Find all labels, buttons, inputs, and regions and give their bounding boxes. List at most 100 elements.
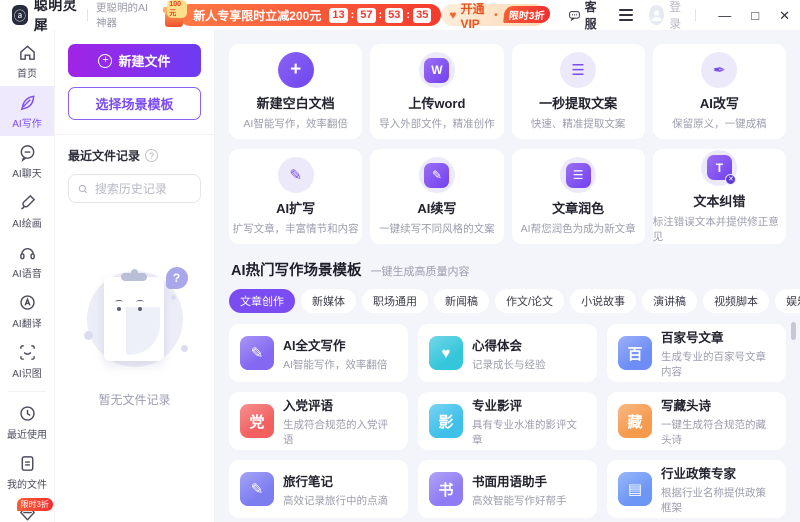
sidebar-label: AI语音 — [12, 265, 41, 280]
travel-pen-icon: ✎ — [240, 472, 274, 506]
open-vip-button[interactable]: ♥ 开通VIP • 限时3折 — [441, 4, 545, 26]
history-search-input[interactable] — [95, 182, 192, 196]
minimize-button[interactable]: — — [718, 9, 731, 22]
empty-state: ? 暂无文件记录 — [68, 267, 201, 408]
extract-scan-icon: ☰ — [560, 52, 596, 88]
scan-icon — [18, 343, 37, 362]
sidebar-item-recent[interactable]: 最近使用 — [0, 397, 54, 447]
tab-video-script[interactable]: 视频脚本 — [703, 289, 769, 313]
feature-text-correction[interactable]: T✕ 文本纠错 标注错误文本并提供修正意见 — [653, 149, 786, 244]
template-desc: 生成专业的百家号文章内容 — [661, 349, 775, 379]
title-bar: ⓐ 聪明灵犀 更聪明的AI神器 100元 新人专享限时立减200元 13: 57… — [0, 0, 800, 30]
feature-desc: 保留原义，一键成稿 — [672, 116, 767, 131]
scrollbar-thumb[interactable] — [791, 322, 796, 340]
clock-icon — [18, 404, 37, 423]
template-desc: 生成符合规范的入党评语 — [283, 417, 397, 447]
sidebar-item-ai-image-recognition[interactable]: AI识图 — [0, 336, 54, 386]
countdown-days: 13 — [329, 8, 347, 23]
customer-service-label: 客服 — [585, 0, 603, 32]
help-icon[interactable]: ? — [145, 149, 158, 162]
tab-workplace[interactable]: 职场通用 — [362, 289, 428, 313]
template-movie-review[interactable]: 影 专业影评 具有专业水准的影评文章 — [418, 392, 597, 450]
tab-article-creation[interactable]: 文章创作 — [229, 289, 295, 313]
feature-upload-word[interactable]: W 上传word 导入外部文件，精准创作 — [370, 44, 503, 139]
template-title: 入党评语 — [283, 395, 397, 414]
pen-plus-icon: ✎ — [278, 157, 314, 193]
chat-bubble-icon — [568, 7, 581, 24]
app-title: 聪明灵犀 — [34, 0, 80, 35]
template-reflections[interactable]: ♥ 心得体会 记录成长与经验 — [418, 324, 597, 382]
chat-icon — [18, 143, 37, 162]
feature-new-blank-doc[interactable]: + 新建空白文档 AI智能写作，效率翻倍 — [229, 44, 362, 139]
feature-title: 文本纠错 — [693, 191, 745, 210]
gift-amount-tag: 100元 — [167, 0, 187, 18]
feature-title: 文章润色 — [552, 198, 604, 217]
countdown-hours: 57 — [357, 8, 375, 23]
template-desc: 具有专业水准的影评文章 — [472, 417, 586, 447]
sidebar-item-ai-chat[interactable]: AI聊天 — [0, 136, 54, 186]
tab-entertainment[interactable]: 娱乐服务 — [775, 289, 800, 313]
feature-polish-article[interactable]: ☰ 文章润色 AI帮您润色为成为新文章 — [512, 149, 645, 244]
template-title: 写藏头诗 — [661, 395, 775, 414]
countdown-minutes: 53 — [385, 8, 403, 23]
template-baijiahao[interactable]: 百 百家号文章 生成专业的百家号文章内容 — [607, 324, 786, 382]
tab-speech[interactable]: 演讲稿 — [642, 289, 697, 313]
feature-ai-expand[interactable]: ✎ AI扩写 扩写文章，丰富情节和内容 — [229, 149, 362, 244]
feature-title: 新建空白文档 — [257, 93, 335, 112]
new-file-label: 新建文件 — [118, 51, 170, 70]
gift-icon: 100元 — [163, 1, 187, 27]
login-button[interactable]: 登录 — [649, 0, 688, 32]
menu-button[interactable] — [619, 9, 633, 20]
doc-lines-icon: ☰ — [560, 157, 596, 193]
window-controls: — □ ✕ — [718, 9, 790, 22]
customer-service-button[interactable]: 客服 — [568, 0, 603, 32]
feature-desc: 快速、精准提取文案 — [531, 116, 626, 131]
templates-section-subtitle: 一键生成高质量内容 — [371, 263, 470, 279]
login-label: 登录 — [669, 0, 687, 32]
sidebar-item-ai-writing[interactable]: AI写作 — [0, 86, 54, 136]
sidebar-item-ai-voice[interactable]: AI语音 — [0, 236, 54, 286]
feature-extract-text[interactable]: ☰ 一秒提取文案 快速、精准提取文案 — [512, 44, 645, 139]
feature-ai-continue[interactable]: ✎ AI续写 一键续写不同风格的文案 — [370, 149, 503, 244]
vip-label: 开通VIP — [460, 0, 490, 31]
avatar-icon — [649, 5, 664, 25]
template-title: AI全文写作 — [283, 335, 387, 354]
template-industry-policy[interactable]: ▤ 行业政策专家 根据行业名称提供政策框架 — [607, 460, 786, 518]
panel-divider — [55, 134, 214, 135]
sidebar-item-my-files[interactable]: 我的文件 — [0, 447, 54, 497]
sidebar-label: AI写作 — [12, 115, 41, 130]
tab-fiction[interactable]: 小说故事 — [570, 289, 636, 313]
tab-new-media[interactable]: 新媒体 — [301, 289, 356, 313]
translate-icon — [18, 293, 37, 312]
template-formal-writing[interactable]: 书 书面用语助手 高效智能写作好帮手 — [418, 460, 597, 518]
text-error-icon: T✕ — [701, 150, 737, 186]
promo-banner[interactable]: 100元 新人专享限时立减200元 13: 57: 53: 35 — [179, 4, 441, 26]
template-desc: 根据行业名称提供政策框架 — [661, 485, 775, 515]
sidebar-item-ai-paint[interactable]: AI绘画 — [0, 186, 54, 236]
maximize-button[interactable]: □ — [751, 9, 759, 22]
template-travel-notes[interactable]: ✎ 旅行笔记 高效记录旅行中的点滴 — [229, 460, 408, 518]
tab-essay[interactable]: 作文/论文 — [495, 289, 564, 313]
sidebar-item-home[interactable]: 首页 — [0, 36, 54, 86]
movie-icon: 影 — [429, 404, 463, 438]
template-title: 心得体会 — [472, 335, 546, 354]
template-party-review[interactable]: 党 入党评语 生成符合规范的入党评语 — [229, 392, 408, 450]
sidebar-item-vip[interactable]: 限时3折 VIP特权 — [0, 497, 54, 522]
template-title: 行业政策专家 — [661, 463, 775, 482]
feature-title: 一秒提取文案 — [539, 93, 617, 112]
app-logo-icon: ⓐ — [12, 5, 28, 25]
feature-title: AI扩写 — [276, 198, 315, 217]
feature-ai-rewrite[interactable]: ✒ AI改写 保留原义，一键成稿 — [653, 44, 786, 139]
choose-template-button[interactable]: 选择场景模板 — [68, 87, 201, 120]
template-ai-fulltext[interactable]: ✎ AI全文写作 AI智能写作，效率翻倍 — [229, 324, 408, 382]
template-category-tabs: 文章创作 新媒体 职场通用 新闻稿 作文/论文 小说故事 演讲稿 视频脚本 娱乐… — [229, 289, 786, 313]
template-acrostic-poem[interactable]: 藏 写藏头诗 一键生成符合规范的藏头诗 — [607, 392, 786, 450]
feature-title: AI改写 — [700, 93, 739, 112]
tab-press-release[interactable]: 新闻稿 — [434, 289, 489, 313]
fulltext-pen-icon: ✎ — [240, 336, 274, 370]
new-file-button[interactable]: + 新建文件 — [68, 44, 201, 77]
history-search-box[interactable] — [68, 174, 201, 203]
sidebar-item-ai-translate[interactable]: AI翻译 — [0, 286, 54, 336]
edit-doc-icon: ✎ — [419, 157, 455, 193]
close-button[interactable]: ✕ — [779, 9, 790, 22]
